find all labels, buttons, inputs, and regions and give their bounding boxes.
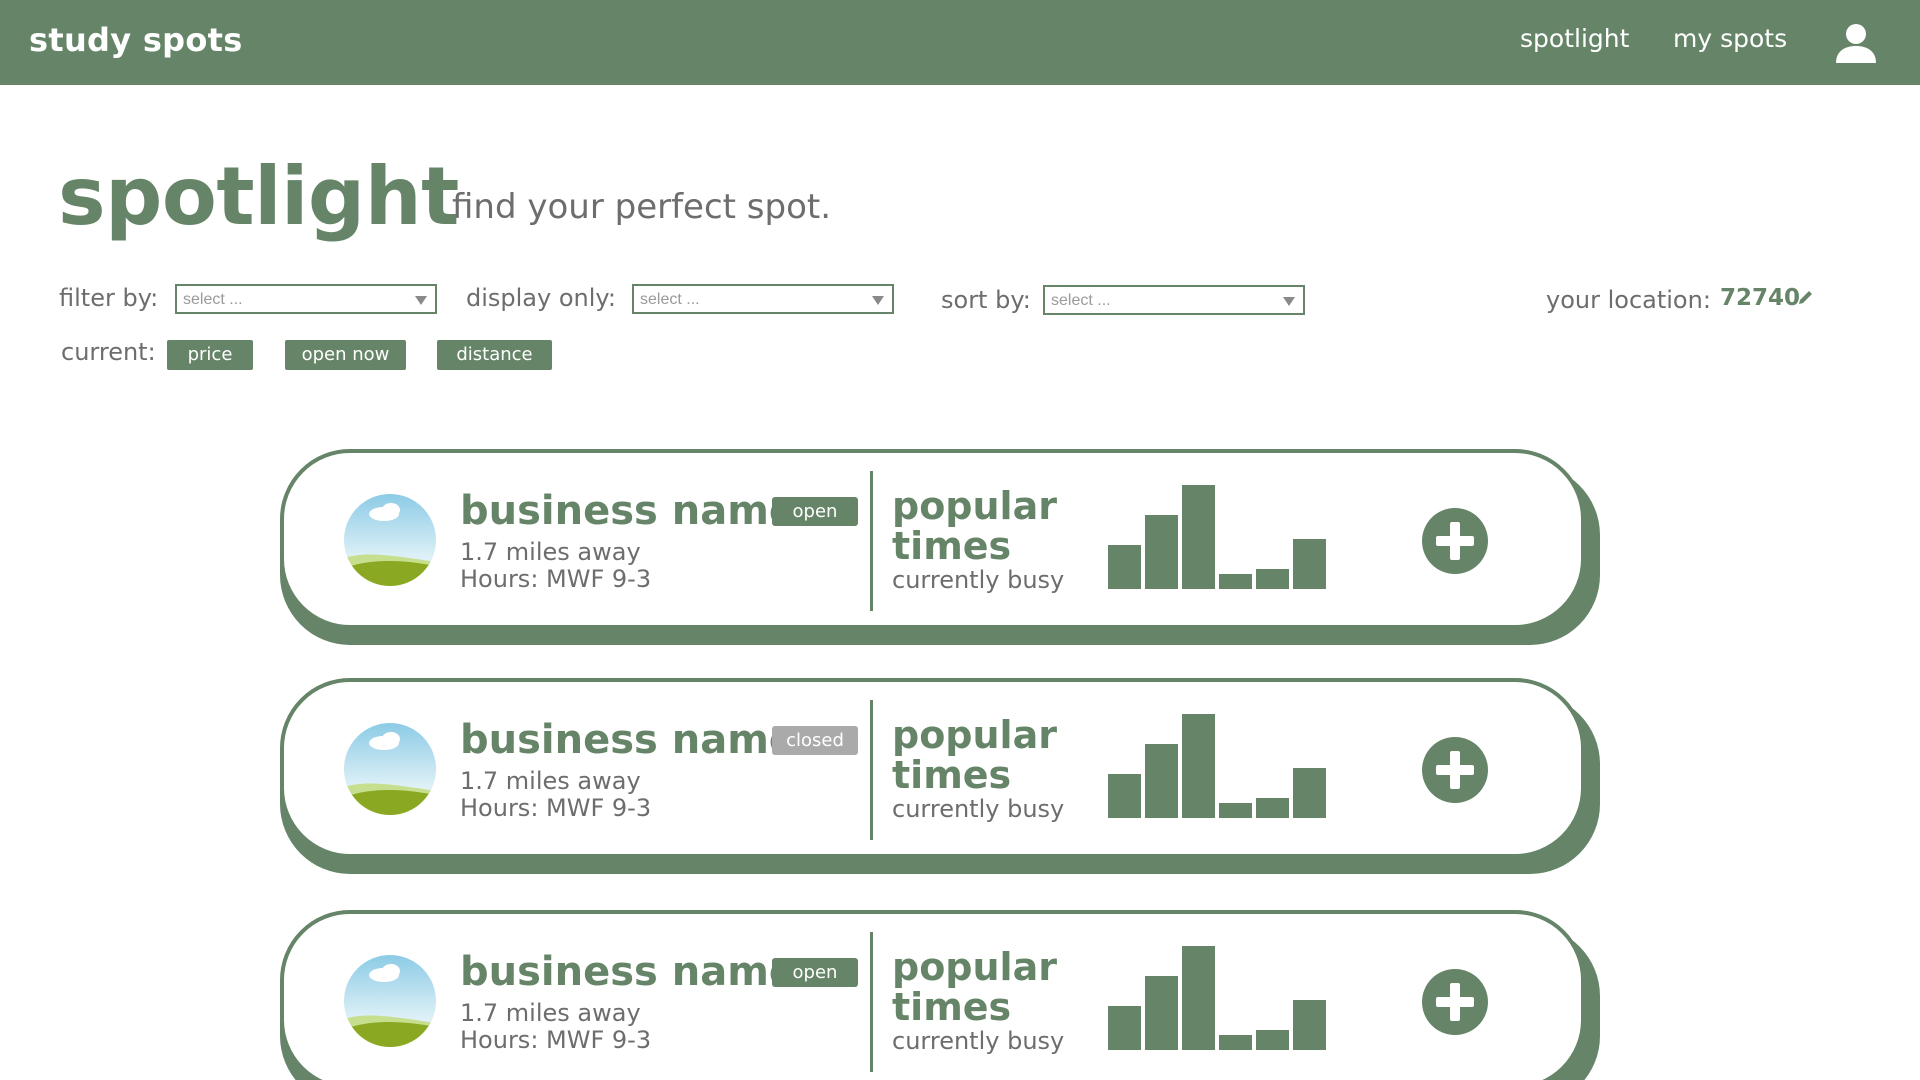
distance-text: 1.7 miles away	[460, 538, 641, 566]
user-icon[interactable]	[1835, 22, 1877, 64]
display-placeholder: select ...	[640, 291, 700, 308]
location-value[interactable]: 72740	[1720, 285, 1800, 311]
add-spot-button[interactable]	[1422, 508, 1488, 574]
popular-times-bar	[1219, 574, 1252, 589]
plus-icon	[1450, 751, 1460, 789]
chevron-down-icon	[1283, 297, 1295, 306]
popular-times-bar	[1145, 515, 1178, 589]
divider	[870, 700, 873, 840]
popular-times-bar	[1108, 1006, 1141, 1050]
sort-placeholder: select ...	[1051, 292, 1111, 309]
popular-times-title-line2: times	[892, 524, 1012, 568]
busyness-text: currently busy	[892, 1027, 1065, 1055]
popular-times-bar	[1145, 744, 1178, 818]
popular-times-title-line1: popular	[892, 713, 1057, 757]
popular-times-bar	[1108, 774, 1141, 818]
hours-text: Hours: MWF 9-3	[460, 565, 652, 593]
nav-spotlight[interactable]: spotlight	[1520, 24, 1629, 53]
filter-placeholder: select ...	[183, 291, 243, 308]
status-badge: open	[772, 958, 858, 987]
location-label: your location:	[1546, 286, 1711, 314]
popular-times-title: popular times	[892, 947, 1057, 1027]
popular-times-bar	[1293, 768, 1326, 818]
add-spot-button[interactable]	[1422, 969, 1488, 1035]
busyness-text: currently busy	[892, 566, 1065, 594]
popular-times-chart	[1108, 942, 1332, 1050]
business-thumbnail-image	[344, 955, 436, 1047]
business-name[interactable]: business name	[460, 488, 796, 534]
chevron-down-icon	[415, 296, 427, 305]
popular-times-bar	[1219, 1035, 1252, 1050]
sort-label: sort by:	[941, 286, 1031, 314]
hours-text: Hours: MWF 9-3	[460, 1026, 652, 1054]
popular-times-bar	[1256, 1030, 1289, 1050]
chevron-down-icon	[872, 296, 884, 305]
divider	[870, 471, 873, 611]
popular-times-bar	[1108, 545, 1141, 589]
popular-times-bar	[1293, 539, 1326, 589]
popular-times-title-line2: times	[892, 753, 1012, 797]
popular-times-bar	[1182, 714, 1215, 818]
sort-select[interactable]: select ...	[1043, 285, 1305, 315]
popular-times-title-line2: times	[892, 985, 1012, 1029]
popular-times-chart	[1108, 481, 1332, 589]
listing-card[interactable]: business name open 1.7 miles away Hours:…	[280, 910, 1585, 1080]
popular-times-chart	[1108, 710, 1332, 818]
page-title: spotlight	[58, 150, 459, 243]
divider	[870, 932, 873, 1072]
popular-times-bar	[1145, 976, 1178, 1050]
distance-text: 1.7 miles away	[460, 767, 641, 795]
top-bar: study spots spotlight my spots	[0, 0, 1920, 85]
popular-times-bar	[1256, 798, 1289, 818]
popular-times-bar	[1182, 485, 1215, 589]
business-name[interactable]: business name	[460, 717, 796, 763]
chip-price[interactable]: price	[167, 340, 253, 370]
status-badge: open	[772, 497, 858, 526]
business-thumbnail-image	[344, 494, 436, 586]
current-label: current:	[61, 338, 156, 366]
popular-times-bar	[1256, 569, 1289, 589]
popular-times-bar	[1182, 946, 1215, 1050]
display-label: display only:	[466, 284, 616, 312]
chip-open-now[interactable]: open now	[285, 340, 406, 370]
business-thumbnail-image	[344, 723, 436, 815]
nav-my-spots[interactable]: my spots	[1673, 24, 1787, 53]
popular-times-bar	[1293, 1000, 1326, 1050]
hours-text: Hours: MWF 9-3	[460, 794, 652, 822]
popular-times-title: popular times	[892, 715, 1057, 795]
page-subtitle: find your perfect spot.	[452, 187, 832, 227]
filter-select[interactable]: select ...	[175, 284, 437, 314]
listing-card[interactable]: business name closed 1.7 miles away Hour…	[280, 678, 1585, 858]
distance-text: 1.7 miles away	[460, 999, 641, 1027]
status-badge: closed	[772, 726, 858, 755]
business-name[interactable]: business name	[460, 949, 796, 995]
brand-logo[interactable]: study spots	[29, 21, 243, 59]
pencil-icon[interactable]	[1796, 289, 1814, 307]
popular-times-title-line1: popular	[892, 945, 1057, 989]
display-select[interactable]: select ...	[632, 284, 894, 314]
plus-icon	[1450, 522, 1460, 560]
filter-label: filter by:	[59, 284, 159, 312]
chip-distance[interactable]: distance	[437, 340, 552, 370]
popular-times-bar	[1219, 803, 1252, 818]
add-spot-button[interactable]	[1422, 737, 1488, 803]
listing-card[interactable]: business name open 1.7 miles away Hours:…	[280, 449, 1585, 629]
popular-times-title: popular times	[892, 486, 1057, 566]
plus-icon	[1450, 983, 1460, 1021]
popular-times-title-line1: popular	[892, 484, 1057, 528]
busyness-text: currently busy	[892, 795, 1065, 823]
